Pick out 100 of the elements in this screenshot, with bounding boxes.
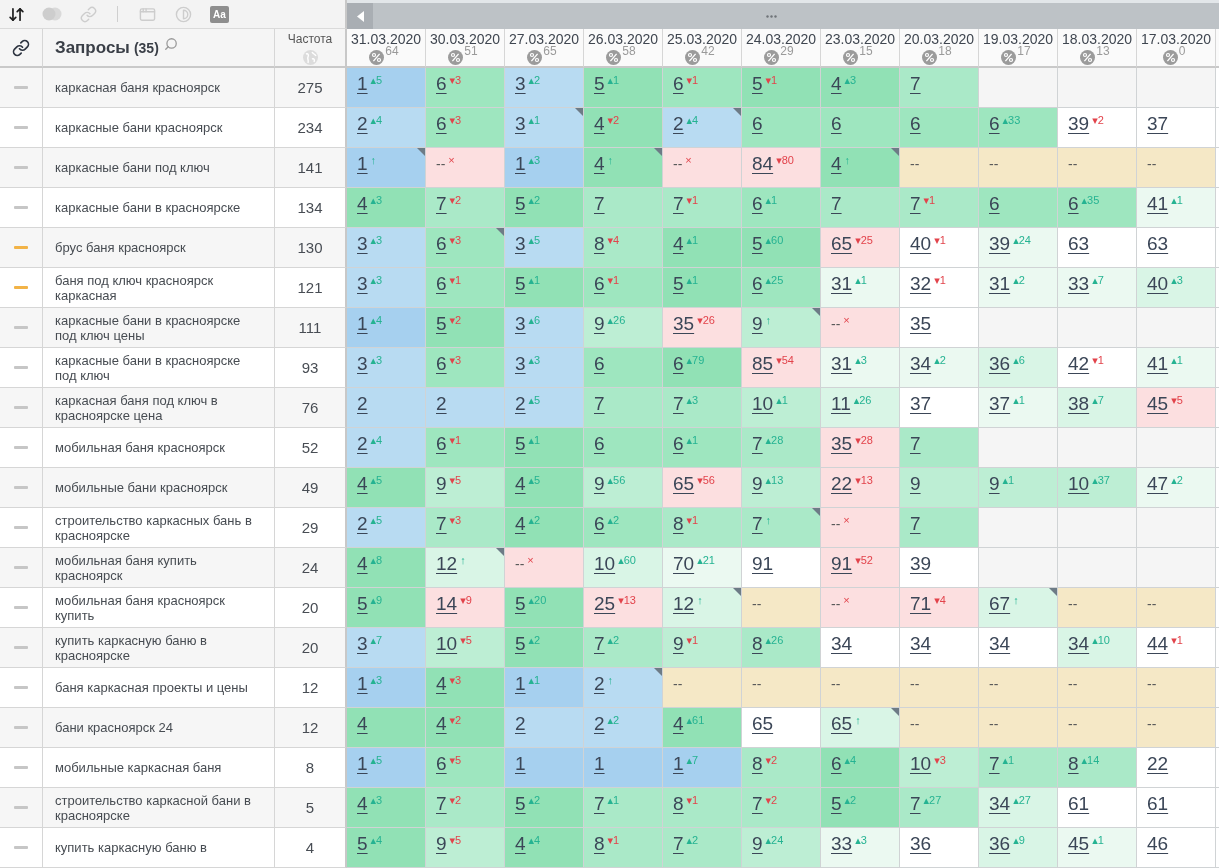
position-link[interactable]: 1 — [357, 673, 368, 695]
position-link[interactable]: 6 — [594, 513, 605, 535]
position-link[interactable]: 6 — [752, 113, 763, 135]
position-link[interactable]: 5 — [515, 433, 526, 455]
position-link[interactable]: 3 — [357, 353, 368, 375]
position-link[interactable]: 9 — [594, 473, 605, 495]
position-link[interactable]: 39 — [989, 233, 1011, 255]
position-link[interactable]: 63 — [1147, 233, 1169, 255]
position-link[interactable]: 5 — [515, 193, 526, 215]
position-link[interactable]: 10 — [436, 633, 458, 655]
position-link[interactable]: 8 — [594, 233, 605, 255]
position-link[interactable]: 4 — [515, 473, 526, 495]
position-link[interactable]: 7 — [436, 193, 447, 215]
position-link[interactable]: 3 — [515, 113, 526, 135]
scroll-left-button[interactable] — [347, 3, 373, 29]
position-link[interactable]: 7 — [436, 513, 447, 535]
position-link[interactable]: 41 — [1147, 353, 1169, 375]
position-link[interactable]: 7 — [989, 753, 1000, 775]
position-link[interactable]: 37 — [1147, 113, 1169, 135]
position-link[interactable]: 6 — [594, 353, 605, 375]
position-link[interactable]: 6 — [989, 113, 1000, 135]
position-link[interactable]: 33 — [1068, 273, 1090, 295]
position-link[interactable]: 5 — [515, 593, 526, 615]
position-link[interactable]: 6 — [436, 233, 447, 255]
position-link[interactable]: 70 — [673, 553, 695, 575]
position-link[interactable]: 4 — [831, 73, 842, 95]
position-link[interactable]: 4 — [673, 713, 684, 735]
position-link[interactable]: 45 — [1068, 833, 1090, 855]
position-link[interactable]: 7 — [910, 433, 921, 455]
position-link[interactable]: 6 — [436, 433, 447, 455]
position-link[interactable]: 7 — [673, 193, 684, 215]
position-link[interactable]: 65 — [831, 233, 853, 255]
position-link[interactable]: 9 — [910, 473, 921, 495]
position-link[interactable]: 6 — [436, 753, 447, 775]
position-link[interactable]: 1 — [357, 73, 368, 95]
position-link[interactable]: 4 — [436, 713, 447, 735]
position-link[interactable]: 34 — [1068, 633, 1090, 655]
position-link[interactable]: 3 — [357, 633, 368, 655]
position-link[interactable]: 5 — [831, 793, 842, 815]
position-link[interactable]: 31 — [831, 273, 853, 295]
position-link[interactable]: 7 — [436, 793, 447, 815]
position-link[interactable]: 5 — [357, 593, 368, 615]
position-link[interactable]: 6 — [1068, 193, 1079, 215]
position-link[interactable]: 7 — [594, 793, 605, 815]
position-link[interactable]: 84 — [752, 153, 774, 175]
position-link[interactable]: 10 — [594, 553, 616, 575]
position-link[interactable]: 12 — [436, 553, 458, 575]
position-link[interactable]: 7 — [594, 393, 605, 415]
position-link[interactable]: 6 — [594, 273, 605, 295]
position-link[interactable]: 9 — [752, 313, 763, 335]
position-link[interactable]: 3 — [357, 273, 368, 295]
position-link[interactable]: 37 — [910, 393, 932, 415]
position-link[interactable]: 7 — [752, 433, 763, 455]
position-link[interactable]: 7 — [910, 793, 921, 815]
position-link[interactable]: 2 — [357, 433, 368, 455]
position-link[interactable]: 33 — [831, 833, 853, 855]
position-link[interactable]: 2 — [357, 113, 368, 135]
link-icon[interactable] — [12, 38, 30, 57]
position-link[interactable]: 47 — [1147, 473, 1169, 495]
position-link[interactable]: 14 — [436, 593, 458, 615]
position-link[interactable]: 8 — [752, 753, 763, 775]
position-link[interactable]: 6 — [436, 113, 447, 135]
position-link[interactable]: 6 — [594, 433, 605, 455]
position-link[interactable]: 10 — [752, 393, 774, 415]
position-link[interactable]: 5 — [752, 233, 763, 255]
position-link[interactable]: 7 — [594, 193, 605, 215]
position-link[interactable]: 46 — [1147, 833, 1169, 855]
position-link[interactable]: 4 — [515, 513, 526, 535]
position-link[interactable]: 6 — [752, 193, 763, 215]
position-link[interactable]: 2 — [594, 673, 605, 695]
position-link[interactable]: 2 — [357, 393, 368, 415]
position-link[interactable]: 5 — [436, 313, 447, 335]
position-link[interactable]: 6 — [436, 273, 447, 295]
position-link[interactable]: 35 — [910, 313, 932, 335]
position-link[interactable]: 7 — [910, 73, 921, 95]
position-link[interactable]: 1 — [594, 753, 605, 775]
position-link[interactable]: 34 — [910, 353, 932, 375]
position-link[interactable]: 5 — [515, 633, 526, 655]
position-link[interactable]: 37 — [989, 393, 1011, 415]
position-link[interactable]: 4 — [436, 673, 447, 695]
position-link[interactable]: 65 — [831, 713, 853, 735]
position-link[interactable]: 4 — [357, 553, 368, 575]
position-link[interactable]: 6 — [989, 193, 1000, 215]
position-link[interactable]: 2 — [673, 113, 684, 135]
position-link[interactable]: 44 — [1147, 633, 1169, 655]
position-link[interactable]: 1 — [357, 153, 368, 175]
position-link[interactable]: 8 — [594, 833, 605, 855]
position-link[interactable]: 5 — [515, 273, 526, 295]
position-link[interactable]: 10 — [1068, 473, 1090, 495]
position-link[interactable]: 1 — [515, 753, 526, 775]
position-link[interactable]: 1 — [515, 673, 526, 695]
position-link[interactable]: 3 — [515, 233, 526, 255]
position-link[interactable]: 39 — [1068, 113, 1090, 135]
position-link[interactable]: 3 — [515, 313, 526, 335]
position-link[interactable]: 34 — [989, 633, 1011, 655]
position-link[interactable]: 2 — [515, 713, 526, 735]
position-link[interactable]: 8 — [752, 633, 763, 655]
position-link[interactable]: 9 — [752, 473, 763, 495]
search-icon[interactable] — [163, 36, 178, 51]
position-link[interactable]: 9 — [594, 313, 605, 335]
